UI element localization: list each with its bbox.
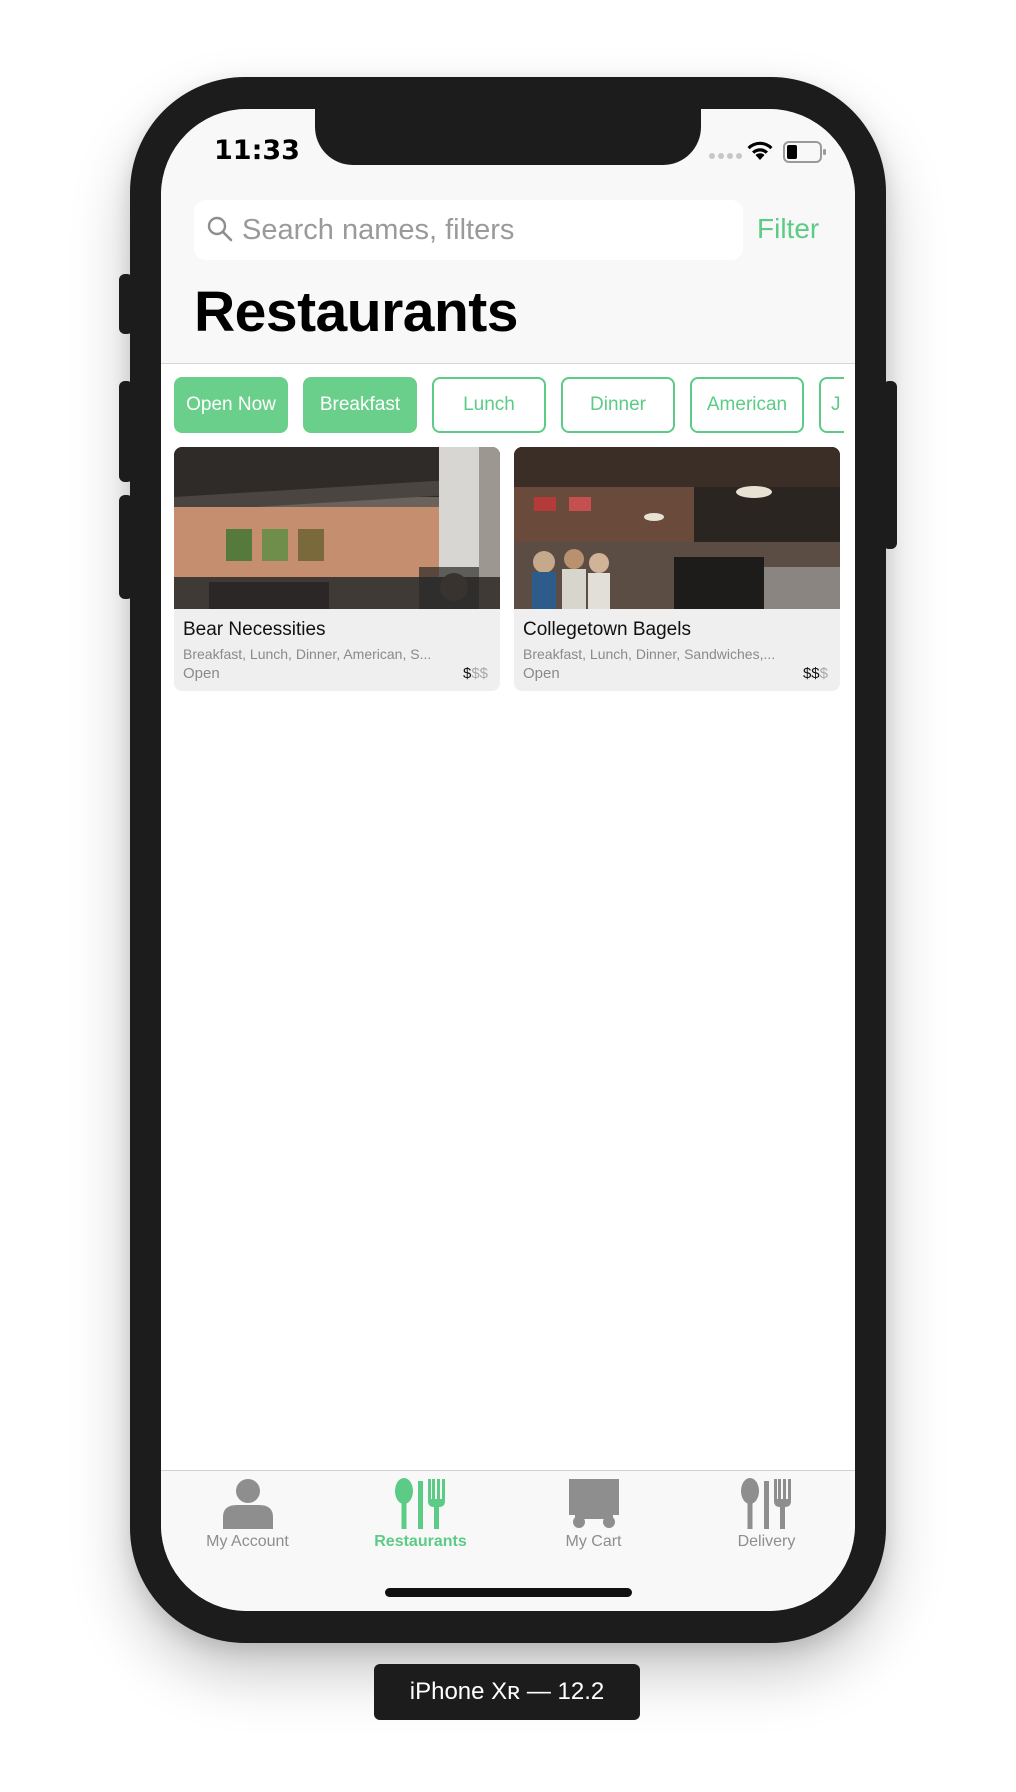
chip-dinner[interactable]: Dinner [561,377,675,433]
restaurant-name: Collegetown Bagels [523,619,691,640]
filter-button[interactable]: Filter [757,213,819,245]
tab-my-account[interactable]: My Account [161,1471,334,1561]
restaurant-name: Bear Necessities [183,619,326,640]
chip-lunch[interactable]: Lunch [432,377,546,433]
chip-american[interactable]: American [690,377,804,433]
restaurant-tags: Breakfast, Lunch, Dinner, American, S... [183,646,432,662]
volume-up-button [119,381,133,482]
tab-label: My Cart [565,1533,622,1550]
person-icon [222,1479,273,1529]
price-inactive: $$ [471,665,488,682]
search-input[interactable] [242,200,722,260]
restaurant-photo [514,447,840,609]
restaurant-card-collegetown-bagels[interactable]: Collegetown Bagels Breakfast, Lunch, Din… [514,447,840,691]
app-screen: 11:33 Filter Restaurants Open Now Break [161,109,855,1611]
tab-bar: My Account Restaurants My Cart Delivery [161,1470,855,1611]
search-icon [207,216,233,242]
tab-label: Restaurants [374,1533,467,1550]
price-level: $$$ [803,665,828,682]
home-indicator[interactable] [385,1588,632,1597]
battery-icon [783,141,826,163]
price-inactive: $ [819,665,828,682]
navigation-header: 11:33 Filter Restaurants [161,109,855,363]
power-button [883,381,897,549]
tab-label: My Account [206,1533,289,1550]
price-level: $$$ [463,665,488,682]
status-time: 11:33 [214,135,300,166]
page-title: Restaurants [194,280,518,344]
restaurant-tags: Breakfast, Lunch, Dinner, Sandwiches,... [523,646,776,662]
tab-delivery[interactable]: Delivery [680,1471,853,1561]
utensils-icon [740,1478,791,1529]
wifi-icon [747,141,773,160]
price-active: $$ [802,665,820,682]
restaurant-photo [174,447,500,609]
tab-my-cart[interactable]: My Cart [507,1471,680,1561]
restaurant-card-bear-necessities[interactable]: Bear Necessities Breakfast, Lunch, Dinne… [174,447,500,691]
tab-label: Delivery [737,1533,796,1550]
header-divider [161,363,855,364]
device-label: iPhone Xʀ — 12.2 [374,1664,640,1720]
utensils-icon [394,1478,445,1529]
tab-restaurants[interactable]: Restaurants [334,1471,507,1561]
filter-chip-bar: Open Now Breakfast Lunch Dinner American… [174,377,844,435]
search-bar[interactable] [194,200,743,260]
restaurant-status: Open [183,665,220,682]
notch [315,109,701,165]
chip-breakfast[interactable]: Breakfast [303,377,417,433]
cart-icon [568,1479,619,1528]
chip-partial[interactable]: J [819,377,844,433]
cellular-signal-icon [709,153,742,159]
restaurant-status: Open [523,665,560,682]
volume-down-button [119,495,133,599]
chip-open-now[interactable]: Open Now [174,377,288,433]
mute-switch [119,274,133,334]
